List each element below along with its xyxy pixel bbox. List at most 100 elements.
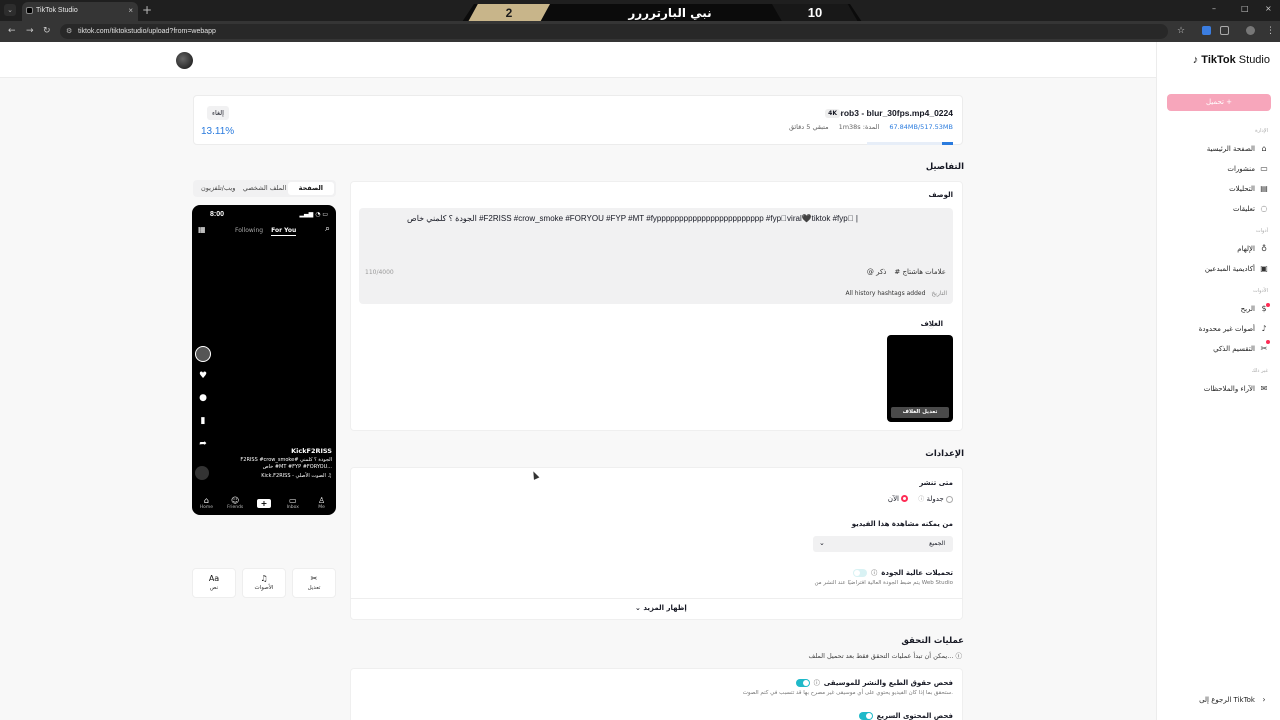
- back-arrow-icon[interactable]: ←: [8, 25, 16, 37]
- sidebar-item-analytics[interactable]: التحليلات ▤: [1229, 183, 1268, 195]
- reload-icon[interactable]: ↻: [43, 25, 51, 37]
- close-window-button[interactable]: ×: [1265, 4, 1272, 13]
- home-icon: ⌂: [203, 496, 209, 505]
- profile-avatar-icon[interactable]: [1246, 26, 1255, 35]
- content-check-toggle[interactable]: [858, 712, 873, 720]
- feed-for-you: For You: [271, 227, 297, 236]
- sidebar-item-academy[interactable]: أكاديمية المبدعين ▣: [1205, 263, 1268, 275]
- comments-icon: ◌: [1260, 204, 1268, 213]
- sounds-tool-label: الأصوات: [254, 585, 274, 591]
- nav-me: ♙ Me: [310, 496, 334, 510]
- now-radio[interactable]: [901, 495, 909, 502]
- posts-icon: ▭: [1260, 164, 1268, 173]
- privacy-value: الجميع: [929, 540, 945, 547]
- nav-home: ⌂ Home: [194, 496, 218, 510]
- browser-tab[interactable]: TikTok Studio ×: [22, 2, 138, 21]
- sidebar-item-posts[interactable]: منشورات ▭: [1227, 163, 1268, 175]
- user-avatar[interactable]: [176, 52, 193, 69]
- history-value: All history hashtags added: [845, 290, 926, 297]
- tab-feed[interactable]: الصفحة: [287, 182, 334, 195]
- phone-bottom-nav: ⌂ Home ☺ Friends + ▭ Inbox ♙ Me: [192, 491, 336, 515]
- tab-search-button[interactable]: ⌄: [4, 4, 16, 16]
- hq-label: تحميلات عالية الجودة: [881, 568, 953, 577]
- feedback-icon: ✉: [1260, 384, 1268, 393]
- browser-tab-strip: ⌄ TikTok Studio × + 2 نبي البارترررر 10 …: [0, 0, 1280, 22]
- phone-status-icons: ▂▄▆ ◔ ▭: [299, 211, 328, 218]
- nav-home-label: Home: [199, 505, 214, 510]
- cancel-upload-button[interactable]: إلغاء: [207, 106, 229, 120]
- sidebar-section-manage: الإدارة: [1255, 128, 1268, 134]
- now-option[interactable]: الآن: [888, 495, 909, 503]
- browser-menu-icon[interactable]: ⋮: [1266, 25, 1275, 37]
- nav-friends: ☺ Friends: [223, 496, 247, 510]
- chevron-right-icon: ›: [1262, 695, 1266, 704]
- sidebar-item-label: التحليلات: [1229, 185, 1255, 193]
- notification-dot: [1266, 340, 1270, 344]
- tab-web-tv[interactable]: ويب/تلفزيون: [195, 182, 241, 195]
- extensions-puzzle-icon[interactable]: [1220, 26, 1229, 35]
- hq-toggle[interactable]: [853, 568, 868, 577]
- logo-sub-text: Studio: [1238, 54, 1270, 66]
- show-more-button[interactable]: ⌄ إظهار المزيد: [635, 604, 687, 612]
- post-time-options: الآن ⓘ جدولة: [888, 494, 953, 503]
- browser-toolbar: ← → ↻ ⚙ tiktok.com/tiktokstudio/upload?f…: [0, 21, 1280, 42]
- sidebar-item-monetize[interactable]: الربح $: [1241, 303, 1268, 315]
- preview-sound: Kick.F2RISS - الصوت الأصلي ♫: [261, 473, 332, 479]
- tab-close-icon[interactable]: ×: [128, 2, 133, 19]
- privacy-select[interactable]: الجميع ⌄: [813, 536, 953, 552]
- settings-heading: الإعدادات: [925, 449, 964, 459]
- tab-profile[interactable]: الملف الشخصي: [241, 182, 287, 195]
- checks-heading: عمليات التحقق: [901, 636, 964, 646]
- bookmark-star-icon[interactable]: ☆: [1177, 25, 1185, 37]
- site-info-icon[interactable]: ⚙: [66, 24, 72, 39]
- nav-inbox-label: Inbox: [286, 505, 299, 510]
- edit-tool-button[interactable]: ✂ تعديل: [292, 568, 336, 598]
- maximize-button[interactable]: □: [1241, 4, 1249, 13]
- info-icon: ⓘ: [955, 652, 963, 660]
- description-editor[interactable]: الجودة ؟ كلمني خاص #F2RISS #crow_smoke #…: [359, 208, 953, 304]
- home-icon: ⌂: [1261, 144, 1267, 153]
- sounds-tool-button[interactable]: ♫ الأصوات: [242, 568, 286, 598]
- url-text: tiktok.com/tiktokstudio/upload?from=weba…: [78, 28, 216, 35]
- sidebar-item-comments[interactable]: تعليقات ◌: [1233, 203, 1268, 215]
- extension-shield-icon[interactable]: [1202, 26, 1211, 35]
- address-bar[interactable]: ⚙ tiktok.com/tiktokstudio/upload?from=we…: [60, 24, 1168, 39]
- sidebar-item-feedback[interactable]: الآراء والملاحظات ✉: [1204, 383, 1268, 395]
- music-check-row: ⓘ فحص حقوق الطبع والنشر للموسيقى: [795, 678, 953, 687]
- sidebar-item-smart-split[interactable]: التقسيم الذكي ✂: [1213, 343, 1268, 355]
- sidebar-item-label: الآراء والملاحظات: [1203, 385, 1255, 393]
- preview-tabs: الصفحة الملف الشخصي ويب/تلفزيون: [193, 180, 336, 197]
- forward-arrow-icon[interactable]: →: [26, 25, 34, 37]
- tiktok-studio-logo[interactable]: ♪ TikTok Studio: [1191, 54, 1270, 66]
- sidebar-section-other-tools: الأدوات: [1253, 288, 1268, 294]
- new-tab-button[interactable]: +: [142, 3, 152, 17]
- cover-thumbnail[interactable]: تعديل الغلاف: [887, 335, 953, 422]
- creator-avatar: [195, 346, 211, 362]
- schedule-radio[interactable]: [946, 495, 953, 503]
- back-to-tiktok-link[interactable]: الرجوع إلى TikTok ›: [1199, 694, 1268, 706]
- edit-cover-button[interactable]: تعديل الغلاف: [891, 407, 949, 418]
- minimize-button[interactable]: –: [1212, 4, 1216, 13]
- hashtags-button[interactable]: # علامات هاشتاج: [894, 268, 946, 276]
- music-check-label: فحص حقوق الطبع والنشر للموسيقى: [823, 678, 953, 687]
- chevron-down-icon: ⌄: [819, 539, 825, 547]
- sidebar-item-home[interactable]: الصفحة الرئيسية ⌂: [1207, 143, 1268, 155]
- time-remaining: متبقي 5 دقائق: [788, 123, 829, 131]
- music-check-toggle[interactable]: [795, 678, 810, 687]
- sidebar-item-inspiration[interactable]: الإلهام ♁: [1237, 243, 1268, 255]
- mention-button[interactable]: @ ذكر: [867, 268, 887, 276]
- upload-progress-fill: [941, 142, 953, 145]
- sidebar-item-sounds[interactable]: أصوات غير محدودة ♪: [1199, 323, 1268, 335]
- hq-uploads-row: ⓘ تحميلات عالية الجودة: [853, 568, 953, 577]
- upload-percent: 13.11%: [201, 126, 235, 137]
- schedule-option[interactable]: ⓘ جدولة: [918, 494, 953, 503]
- resolution-badge: 4K: [825, 109, 840, 118]
- share-icon: ➦: [199, 439, 207, 449]
- notification-dot: [1266, 303, 1270, 307]
- tiktok-favicon-icon: [26, 7, 33, 14]
- live-tv-icon: ▦: [198, 225, 206, 234]
- description-label: الوصف: [928, 191, 953, 199]
- preview-caption: F2RISS #crow_smoke# الجودة ؟ كلمني خاص #…: [240, 457, 332, 470]
- text-tool-button[interactable]: Aa نص: [192, 568, 236, 598]
- upload-button[interactable]: تحميل +: [1167, 94, 1271, 111]
